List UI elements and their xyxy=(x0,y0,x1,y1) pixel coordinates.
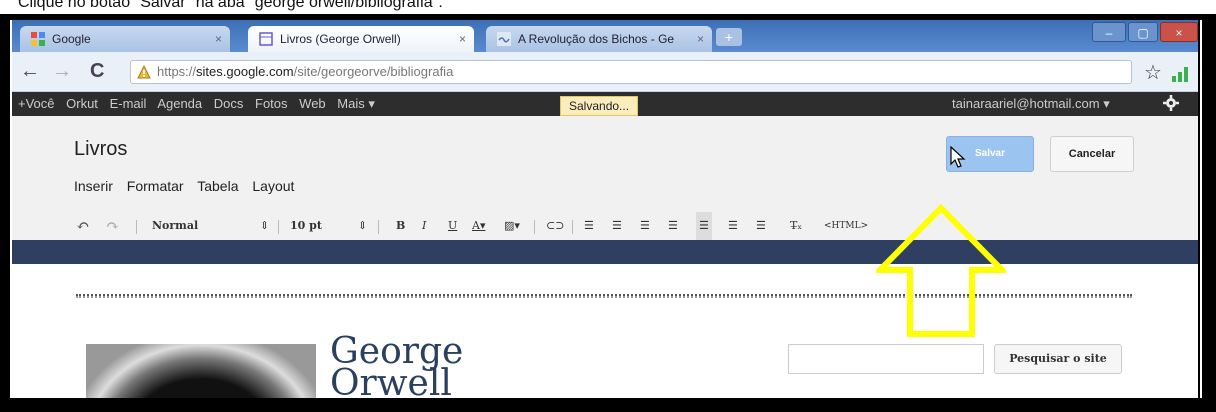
cancel-button[interactable]: Cancelar xyxy=(1050,136,1134,172)
html-button[interactable]: <HTML> xyxy=(824,212,868,240)
page-title: Livros xyxy=(74,138,128,160)
toolbar-separator xyxy=(278,220,279,234)
tab-revolucao[interactable]: A Revolução dos Bichos - Ge × xyxy=(486,26,712,52)
gbar-link-email[interactable]: E-mail xyxy=(110,96,147,111)
back-icon[interactable]: ← xyxy=(20,60,40,83)
bullet-list-icon[interactable]: ☰ xyxy=(612,212,622,240)
tab-livros[interactable]: Livros (George Orwell) × xyxy=(248,26,474,52)
browser-screen: Google × Livros (George Orwell) × A Revo… xyxy=(12,20,1198,398)
gbar-link-mais[interactable]: Mais ▾ xyxy=(337,96,375,111)
close-tab-icon[interactable]: × xyxy=(697,32,704,46)
url-path: /site/georgeorve/bibliografia xyxy=(293,64,454,79)
tab-strip: Google × Livros (George Orwell) × A Revo… xyxy=(12,20,1198,52)
sites-favicon-icon xyxy=(259,32,273,46)
align-left-icon[interactable]: ☰ xyxy=(696,212,712,240)
redo-icon[interactable]: ↷ xyxy=(106,212,119,240)
edit-panel: Livros Inserir Formatar Tabela Layout Sa… xyxy=(12,116,1198,240)
toolbar-separator xyxy=(572,220,573,234)
style-select[interactable]: Normal xyxy=(152,212,198,240)
gbar-link-voce[interactable]: +Você xyxy=(18,96,55,111)
google-favicon-icon xyxy=(31,32,45,46)
wikipedia-favicon-icon xyxy=(497,32,511,46)
gbar-link-orkut[interactable]: Orkut xyxy=(66,96,98,111)
indent-decrease-icon[interactable]: ☰ xyxy=(640,212,650,240)
site-name-line2: Orwell xyxy=(330,363,452,399)
style-select-arrow-icon[interactable]: ⇕ xyxy=(260,212,269,240)
user-account-menu[interactable]: tainaraariel@hotmail.com ▾ xyxy=(952,92,1110,116)
close-window-icon[interactable]: × xyxy=(1160,22,1198,42)
tab-label: A Revolução dos Bichos - Ge xyxy=(518,32,675,46)
toolbar-separator xyxy=(378,220,379,234)
indent-increase-icon[interactable]: ☰ xyxy=(668,212,678,240)
text-color-icon[interactable]: A▾ xyxy=(472,212,485,240)
new-tab-button[interactable]: + xyxy=(716,28,742,46)
warning-lock-icon xyxy=(137,65,151,79)
minimize-window-icon[interactable]: – xyxy=(1092,22,1126,42)
numbered-list-icon[interactable]: ☰ xyxy=(584,212,594,240)
browser-toolbar: ← → C https://sites.google.com/site/geor… xyxy=(12,52,1198,92)
close-tab-icon[interactable]: × xyxy=(459,32,466,46)
address-bar[interactable]: https://sites.google.com/site/georgeorve… xyxy=(130,60,1132,84)
align-right-icon[interactable]: ☰ xyxy=(756,212,766,240)
maximize-window-icon[interactable]: ▢ xyxy=(1128,22,1158,42)
site-search-input[interactable] xyxy=(788,344,984,374)
frame-divider-right xyxy=(1200,20,1202,398)
reload-icon[interactable]: C xyxy=(90,60,104,83)
site-page: George Orwell Pesquisar o site xyxy=(12,264,1198,398)
site-search-button[interactable]: Pesquisar o site xyxy=(994,344,1122,374)
editor-menu-bar: Inserir Formatar Tabela Layout xyxy=(74,178,304,194)
gbar-link-fotos[interactable]: Fotos xyxy=(255,96,288,111)
menu-inserir[interactable]: Inserir xyxy=(74,178,113,194)
tab-label: Google xyxy=(52,32,91,46)
link-icon[interactable]: ⊂⊃ xyxy=(546,212,564,240)
align-center-icon[interactable]: ☰ xyxy=(728,212,738,240)
author-photo xyxy=(86,344,316,398)
size-select[interactable]: 10 pt xyxy=(290,212,322,240)
highlight-color-icon[interactable]: ▨▾ xyxy=(504,212,520,240)
tab-label: Livros (George Orwell) xyxy=(280,32,401,46)
menu-layout[interactable]: Layout xyxy=(252,178,294,194)
tab-google[interactable]: Google × xyxy=(20,26,230,52)
gear-icon[interactable] xyxy=(1162,94,1180,112)
close-tab-icon[interactable]: × xyxy=(215,32,222,46)
url-scheme: https:// xyxy=(157,64,197,79)
underline-icon[interactable]: U xyxy=(448,212,457,240)
clear-format-icon[interactable]: T̶ₓ xyxy=(790,212,802,240)
menu-tabela[interactable]: Tabela xyxy=(197,178,238,194)
undo-icon[interactable]: ↶ xyxy=(76,212,89,240)
url-host: sites.google.com xyxy=(196,64,294,79)
annotation-arrow-icon xyxy=(876,204,1006,337)
size-select-arrow-icon[interactable]: ⇕ xyxy=(358,212,367,240)
bold-icon[interactable]: B xyxy=(396,212,405,240)
gbar-link-agenda[interactable]: Agenda xyxy=(157,96,202,111)
toolbar-separator xyxy=(136,220,137,234)
editor-divider-bar xyxy=(12,240,1198,264)
menu-formatar[interactable]: Formatar xyxy=(127,178,184,194)
site-name: George Orwell xyxy=(330,334,463,399)
saving-status: Salvando... xyxy=(560,96,639,116)
gbar-link-web[interactable]: Web xyxy=(299,96,326,111)
forward-icon[interactable]: → xyxy=(52,60,72,83)
extension-signal-icon[interactable] xyxy=(1172,66,1190,82)
gbar-link-docs[interactable]: Docs xyxy=(214,96,244,111)
bookmark-star-icon[interactable]: ☆ xyxy=(1144,60,1162,85)
italic-icon[interactable]: I xyxy=(422,212,426,240)
format-toolbar: ↶ ↷ Normal ⇕ 10 pt ⇕ B I U A▾ ▨▾ ⊂⊃ ☰ ☰ … xyxy=(12,212,1198,240)
google-bar-links: +Você Orkut E-mail Agenda Docs Fotos Web… xyxy=(18,92,383,116)
mouse-cursor-icon xyxy=(950,146,966,168)
toolbar-separator xyxy=(534,220,535,234)
